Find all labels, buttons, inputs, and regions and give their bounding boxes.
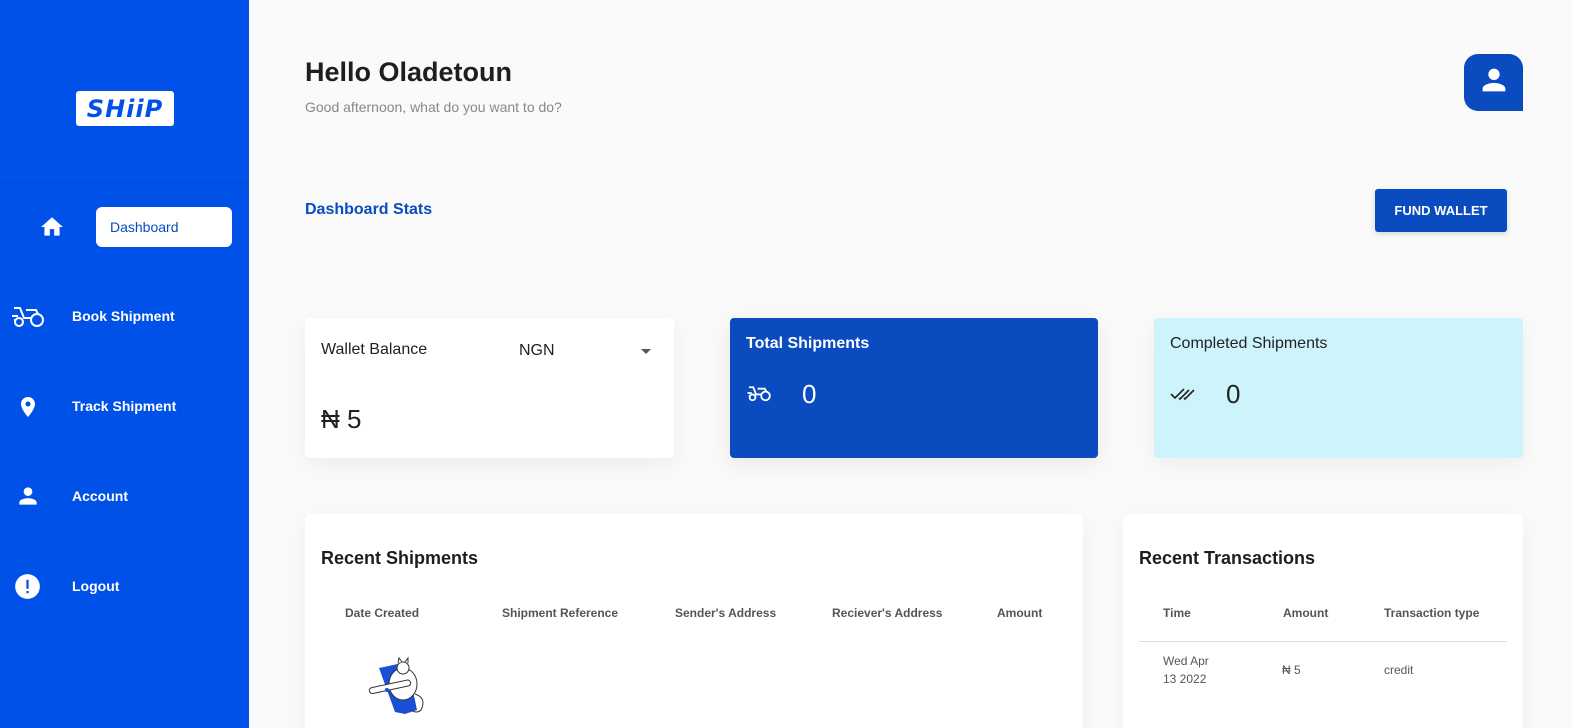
- sidebar-item-label: Dashboard: [110, 219, 179, 235]
- location-pin-icon: [16, 393, 40, 421]
- recent-transactions-title: Recent Transactions: [1139, 548, 1316, 568]
- transaction-amount: ₦ 5: [1282, 663, 1301, 677]
- completed-shipments-label: Completed Shipments: [1170, 335, 1328, 352]
- column-header-receiver-address: Reciever's Address: [832, 606, 943, 620]
- currency-select[interactable]: NGN: [519, 338, 659, 364]
- wallet-balance-value: ₦ 5: [321, 404, 362, 434]
- user-avatar-icon: [1477, 63, 1511, 102]
- column-header-time: Time: [1163, 606, 1191, 620]
- sidebar-active-pill[interactable]: Dashboard: [96, 207, 232, 247]
- column-header-date-created: Date Created: [345, 606, 420, 620]
- total-shipments-value: 0: [802, 379, 817, 409]
- delivery-scooter-icon: [10, 304, 46, 328]
- chevron-down-icon: [641, 349, 651, 354]
- total-shipments-card: Total Shipments 0: [730, 318, 1098, 458]
- transaction-time-line1: Wed Apr: [1163, 654, 1209, 668]
- alert-circle-icon: [14, 573, 41, 600]
- recent-transactions-panel: Recent Transactions Time Amount Transact…: [1123, 514, 1523, 728]
- sidebar-item-label: Logout: [72, 578, 120, 594]
- wallet-balance-label: Wallet Balance: [321, 341, 428, 358]
- sidebar-item-account[interactable]: Account: [0, 476, 249, 516]
- logo-area: SHiiP: [0, 0, 249, 183]
- home-icon: [38, 214, 66, 240]
- user-avatar-button[interactable]: [1464, 54, 1523, 111]
- delivery-scooter-icon: [746, 384, 772, 407]
- column-header-amount: Amount: [997, 606, 1043, 620]
- recent-shipments-title: Recent Shipments: [321, 548, 479, 568]
- empty-state-illustration: [367, 654, 433, 725]
- column-header-amount: Amount: [1283, 606, 1329, 620]
- transaction-time-line2: 13 2022: [1163, 672, 1207, 686]
- column-header-sender-address: Sender's Address: [675, 606, 777, 620]
- wallet-balance-card: Wallet Balance NGN ₦ 5: [305, 318, 674, 458]
- total-shipments-label: Total Shipments: [746, 335, 870, 352]
- logo[interactable]: SHiiP: [76, 91, 174, 126]
- person-icon: [15, 483, 41, 509]
- sidebar-item-logout[interactable]: Logout: [0, 566, 249, 606]
- page-title: Hello Oladetoun: [305, 57, 513, 87]
- table-divider: [1139, 641, 1507, 642]
- currency-select-value: NGN: [519, 342, 555, 359]
- logo-text: SHiiP: [86, 94, 164, 123]
- recent-shipments-panel: Recent Shipments Date Created Shipment R…: [305, 514, 1083, 728]
- page-subtitle: Good afternoon, what do you want to do?: [305, 99, 562, 115]
- fund-wallet-button[interactable]: FUND WALLET: [1375, 189, 1507, 232]
- double-check-icon: [1170, 386, 1196, 407]
- column-header-shipment-reference: Shipment Reference: [502, 606, 619, 620]
- sidebar: SHiiP Dashboard Book Shipment Track Ship…: [0, 0, 249, 728]
- sidebar-item-label: Account: [72, 488, 128, 504]
- sidebar-item-book-shipment[interactable]: Book Shipment: [0, 296, 249, 336]
- completed-shipments-card: Completed Shipments 0: [1154, 318, 1523, 458]
- dashboard-stats-title: Dashboard Stats: [305, 201, 433, 218]
- sidebar-item-label: Track Shipment: [72, 398, 177, 414]
- completed-shipments-value: 0: [1226, 379, 1241, 409]
- sidebar-item-dashboard[interactable]: Dashboard: [0, 207, 249, 247]
- transaction-type: credit: [1384, 663, 1414, 677]
- column-header-transaction-type: Transaction type: [1384, 606, 1480, 620]
- sidebar-item-track-shipment[interactable]: Track Shipment: [0, 386, 249, 426]
- sidebar-item-label: Book Shipment: [72, 308, 175, 324]
